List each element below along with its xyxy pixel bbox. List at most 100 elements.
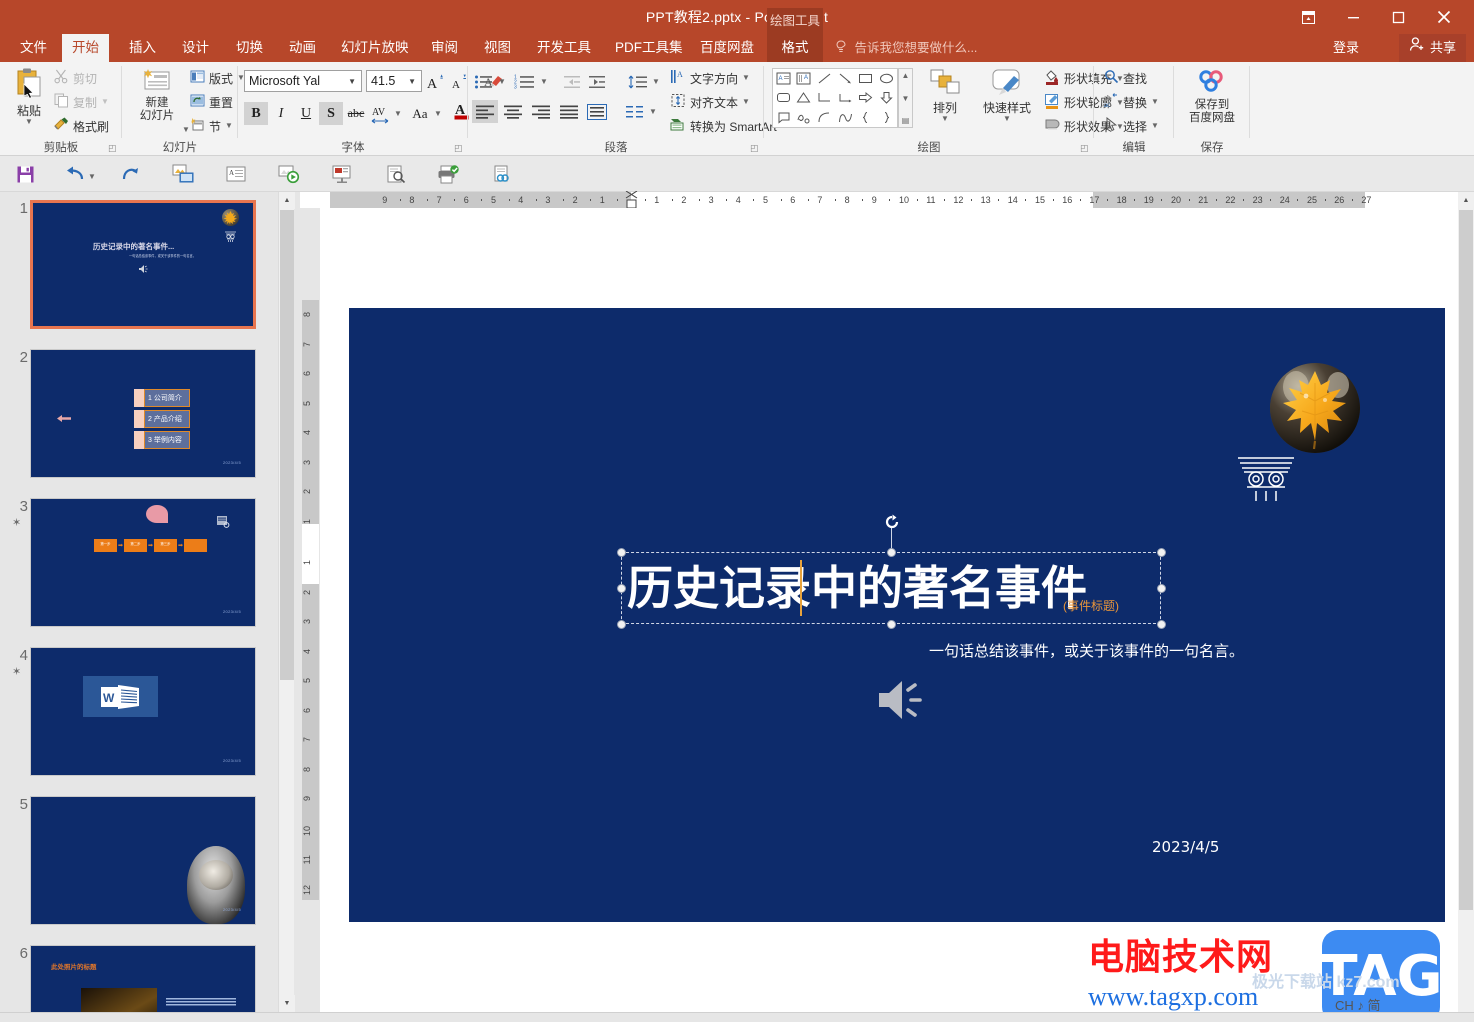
strikethrough-button[interactable]: abc <box>344 102 368 125</box>
tab-insert[interactable]: 插入 <box>119 34 166 62</box>
clipboard-dialog-launcher[interactable]: ◰ <box>108 143 119 154</box>
shape-right-brace[interactable] <box>876 108 897 127</box>
save-icon[interactable] <box>12 162 38 186</box>
slide-scroll-up-icon[interactable]: ▲ <box>1458 192 1474 209</box>
line-spacing-caret[interactable]: ▼ <box>652 78 660 86</box>
font-dialog-launcher[interactable]: ◰ <box>454 143 465 154</box>
shape-freeform[interactable] <box>794 108 815 127</box>
thumbnail-row[interactable]: 3 ✶ 第一步 ➡ 第二步 ➡ 第三步 ➡ 2023/4/5 <box>0 498 278 629</box>
slide-thumbnail-6[interactable]: 此处照片的标题 <box>30 945 256 1012</box>
tab-format[interactable]: 格式 <box>767 34 823 62</box>
resize-handle-ne[interactable] <box>1157 548 1166 557</box>
tab-transitions[interactable]: 切换 <box>226 34 273 62</box>
bold-button[interactable]: B <box>244 102 268 125</box>
reset-button[interactable]: 重置 <box>190 93 233 111</box>
arrange-button[interactable]: 排列 ▼ <box>920 68 970 123</box>
tab-developer[interactable]: 开发工具 <box>527 34 601 62</box>
rotate-handle[interactable] <box>884 514 900 530</box>
speaker-icon[interactable] <box>875 674 929 726</box>
slide-thumbnail-4[interactable]: W 2023/4/5 <box>30 647 256 776</box>
quick-styles-button[interactable]: 快速样式 ▼ <box>976 68 1038 123</box>
from-current-slide-icon[interactable] <box>329 162 355 186</box>
resize-handle-w[interactable] <box>617 584 626 593</box>
resize-handle-se[interactable] <box>1157 620 1166 629</box>
restore-icon[interactable] <box>1376 2 1421 32</box>
justify-button[interactable] <box>556 100 582 123</box>
scroll-up-icon[interactable]: ▲ <box>279 192 295 209</box>
current-slide[interactable]: 历史记录中的著名事件 (事件标题) 一句话总结该事件，或关于该事件的一句名言。 <box>349 308 1445 922</box>
numbering-caret[interactable]: ▼ <box>540 78 548 86</box>
thumbnail-row[interactable]: 5 2023/4/5 <box>0 796 278 927</box>
font-name-combo[interactable]: Microsoft Yal ▼ <box>244 70 362 92</box>
align-text-button[interactable]: 对齐文本 ▼ <box>670 93 750 111</box>
paste-dropdown-caret[interactable]: ▼ <box>25 118 33 126</box>
align-text-caret[interactable]: ▼ <box>742 98 750 106</box>
paste-button[interactable]: 粘贴 ▼ <box>6 67 52 126</box>
slide-thumbnail-5[interactable]: 2023/4/5 <box>30 796 256 925</box>
ribbon-display-options-icon[interactable] <box>1286 2 1331 32</box>
thumbnail-row[interactable]: 21 公司简介 2 产品介绍 3 举例内容 2023/4/5 <box>0 349 278 480</box>
slide-thumbnail-1[interactable]: 历史记录中的著名事件... 一句话总结该事件，或关于该事件的一句名言。 <box>30 200 256 329</box>
resize-handle-n[interactable] <box>887 548 896 557</box>
section-button[interactable]: 节 ▼ <box>190 117 233 135</box>
align-left-button[interactable] <box>472 100 498 123</box>
slide-editing-area[interactable]: 历史记录中的著名事件 (事件标题) 一句话总结该事件，或关于该事件的一句名言。 <box>320 208 1474 1012</box>
resize-handle-s[interactable] <box>887 620 896 629</box>
slide-subtitle[interactable]: 一句话总结该事件，或关于该事件的一句名言。 <box>929 640 1244 661</box>
sign-in-link[interactable]: 登录 <box>1333 34 1359 62</box>
print-preview-icon[interactable] <box>383 162 409 186</box>
shapes-gallery[interactable]: A A <box>772 68 898 128</box>
tab-baidu-netdisk[interactable]: 百度网盘 <box>690 34 764 62</box>
bullets-caret[interactable]: ▼ <box>498 78 506 86</box>
text-shadow-button[interactable]: S <box>319 102 343 125</box>
scrollbar-thumb[interactable] <box>280 210 294 680</box>
increase-font-size-button[interactable]: A <box>424 70 448 93</box>
thumbnail-row[interactable]: 1 历史记录中的著名事件... 一句话总结该事件，或关于该事件的一句名言。 <box>0 200 278 331</box>
slide-area-scrollbar[interactable]: ▲ <box>1458 192 1474 1012</box>
font-name-caret[interactable]: ▼ <box>345 77 359 86</box>
status-bar[interactable] <box>0 1012 1474 1022</box>
maple-leaf-photo[interactable] <box>1270 363 1360 453</box>
character-spacing-caret[interactable]: ▼ <box>394 110 402 118</box>
shape-text-box[interactable]: A <box>773 69 794 88</box>
close-icon[interactable] <box>1421 2 1466 32</box>
underline-button[interactable]: U <box>294 102 318 125</box>
italic-button[interactable]: I <box>269 102 293 125</box>
shape-vertical-text-box[interactable]: A <box>794 69 815 88</box>
tab-slideshow[interactable]: 幻灯片放映 <box>331 34 419 62</box>
tab-pdf-tools[interactable]: PDF工具集 <box>605 34 693 62</box>
new-slide-caret[interactable]: ▼ <box>182 126 190 134</box>
animation-indicator-icon[interactable]: ✶ <box>12 516 21 529</box>
minimize-icon[interactable] <box>1331 2 1376 32</box>
save-to-baidu-button[interactable]: 保存到 百度网盘 <box>1182 68 1242 125</box>
drawing-dialog-launcher[interactable]: ◰ <box>1080 143 1091 154</box>
tab-design[interactable]: 设计 <box>172 34 219 62</box>
scroll-down-icon[interactable]: ▼ <box>279 995 295 1012</box>
slide-title[interactable]: 历史记录中的著名事件 <box>627 558 1087 618</box>
resize-handle-nw[interactable] <box>617 548 626 557</box>
arrange-caret[interactable]: ▼ <box>941 115 949 123</box>
tell-me-search[interactable]: 告诉我您想要做什么... <box>835 34 977 62</box>
quick-styles-caret[interactable]: ▼ <box>1003 115 1011 123</box>
tab-file[interactable]: 文件 <box>10 34 57 62</box>
shape-elbow-arrow-connector[interactable] <box>835 88 856 107</box>
vertical-ruler[interactable]: 8 7 6 5 4 3 2 1 1 2 3 4 5 6 7 8 9 10 11 12 <box>302 300 319 900</box>
character-spacing-button[interactable]: AV <box>370 102 392 125</box>
shape-rounded-callout[interactable] <box>773 108 794 127</box>
shape-elbow-connector[interactable] <box>814 88 835 107</box>
align-right-button[interactable] <box>528 100 554 123</box>
quick-print-icon[interactable] <box>435 162 461 186</box>
tab-view[interactable]: 视图 <box>474 34 521 62</box>
shape-triangle[interactable] <box>794 88 815 107</box>
share-button[interactable]: 共享 <box>1398 34 1466 62</box>
tab-animations[interactable]: 动画 <box>279 34 326 62</box>
columns-caret[interactable]: ▼ <box>649 108 657 116</box>
undo-icon[interactable] <box>62 162 88 186</box>
shape-right-arrow[interactable] <box>856 88 877 107</box>
slide-thumbnail-3[interactable]: 第一步 ➡ 第二步 ➡ 第三步 ➡ 2023/4/5 <box>30 498 256 627</box>
shape-rounded-rectangle[interactable] <box>773 88 794 107</box>
font-size-combo[interactable]: 41.5 ▼ <box>366 70 422 92</box>
shape-curve[interactable] <box>835 108 856 127</box>
columns-button[interactable] <box>623 100 647 123</box>
paragraph-dialog-launcher[interactable]: ◰ <box>750 143 761 154</box>
